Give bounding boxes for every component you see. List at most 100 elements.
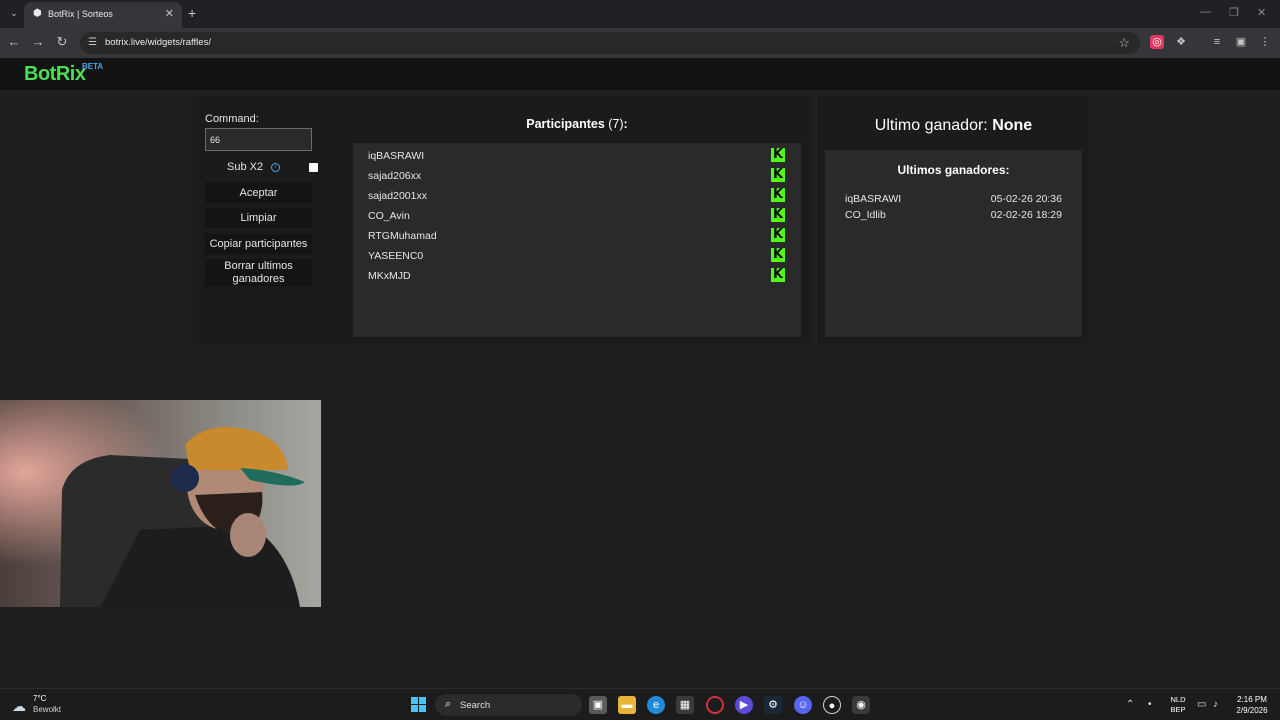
language-top: NLD — [1170, 695, 1186, 704]
edge-icon[interactable]: e — [647, 696, 665, 714]
participant-name: sajad206xx — [368, 170, 422, 182]
participant-name: iqBASRAWI — [368, 150, 425, 162]
participants-title-label: Participantes — [526, 117, 605, 131]
site-header: BotRix BETA — [0, 58, 1280, 90]
winners-list: Ultimos ganadores: iqBASRAWI 05-02-26 20… — [825, 150, 1082, 337]
forward-icon[interactable]: → — [30, 34, 46, 49]
tray-chevron-icon[interactable]: ⌃ — [1126, 699, 1134, 710]
sub-x2-checkbox[interactable] — [309, 163, 318, 172]
participants-title-colon: : — [623, 117, 628, 131]
beta-badge: BETA — [82, 62, 104, 71]
speaker-icon[interactable]: ♪ — [1213, 699, 1218, 710]
search-placeholder: Search — [460, 700, 491, 711]
display-icon[interactable]: ▭ — [1197, 699, 1206, 710]
close-window-icon[interactable]: ✕ — [1257, 6, 1266, 19]
winners-list-title: Ultimos ganadores: — [897, 163, 1010, 177]
language-bottom: BEP — [1170, 705, 1186, 714]
winner-date: 02-02-26 18:29 — [990, 209, 1062, 221]
delete-winners-button[interactable]: Borrar ultimos ganadores — [205, 259, 312, 286]
windows-start-icon[interactable] — [411, 697, 427, 713]
table-row: iqBASRAWI 05-02-26 20:36 — [845, 193, 1062, 207]
accept-button[interactable]: Aceptar — [205, 183, 312, 203]
extensions-puzzle-icon[interactable]: ❖ — [1174, 35, 1188, 49]
kick-icon: K — [771, 227, 785, 242]
new-tab-button[interactable]: + — [188, 5, 196, 21]
clear-button[interactable]: Limpiar — [205, 208, 312, 228]
kick-icon: K — [771, 147, 785, 162]
kick-icon: K — [771, 187, 785, 202]
list-item: sajad2001xx K — [368, 188, 788, 204]
participants-title: Participantes (7): — [353, 117, 801, 131]
winner-date: 05-02-26 20:36 — [990, 193, 1062, 205]
minimize-icon[interactable]: — — [1200, 6, 1211, 18]
bookmark-star-icon[interactable]: ☆ — [1118, 35, 1130, 51]
winner-name: CO_Idlib — [845, 209, 886, 221]
cloud-icon[interactable]: ☁ — [12, 698, 26, 715]
command-input[interactable] — [205, 128, 312, 151]
file-explorer-icon[interactable]: ▬ — [618, 696, 636, 714]
command-label: Command: — [205, 113, 259, 125]
microphone-icon[interactable]: • — [1148, 699, 1152, 710]
weather-temp[interactable]: 7°C — [33, 694, 46, 703]
copy-participants-button[interactable]: Copiar participantes — [205, 234, 312, 254]
back-icon[interactable]: ← — [6, 34, 22, 49]
reload-icon[interactable]: ↻ — [54, 34, 70, 50]
participant-name: CO_Avin — [368, 210, 410, 222]
search-icon: ⌕ — [445, 698, 452, 710]
profile-icon[interactable]: ▣ — [1234, 35, 1248, 49]
extension-red-icon[interactable]: ◎ — [1150, 35, 1164, 49]
clock[interactable]: 2:16 PM 2/9/2026 — [1232, 694, 1272, 716]
obs-icon[interactable]: ● — [823, 696, 841, 714]
task-view-icon[interactable]: ▣ — [589, 696, 607, 714]
list-item: YASEENC0 K — [368, 248, 788, 264]
discord-icon[interactable]: ☺ — [794, 696, 812, 714]
last-winner-value: None — [992, 117, 1033, 134]
last-winner: Ultimo ganador: None — [818, 117, 1089, 135]
participant-name: MKxMJD — [368, 270, 411, 282]
clock-time: 2:16 PM — [1237, 695, 1267, 704]
webcam-overlay — [0, 400, 321, 607]
site-info-icon[interactable]: ☰ — [88, 37, 97, 48]
taskbar: ☁ 7°C Bewolkt ⌕ Search ▣ ▬ e ▦ ▶ ⚙ ☺ ● ◉… — [0, 688, 1280, 720]
reading-list-icon[interactable]: ≡ — [1210, 35, 1224, 49]
sub-x2-label: Sub X2 — [227, 161, 264, 173]
info-icon[interactable]: i — [271, 163, 280, 172]
list-item: MKxMJD K — [368, 268, 788, 284]
participant-name: sajad2001xx — [368, 190, 427, 202]
list-item: iqBASRAWI K — [368, 148, 788, 164]
kick-icon: K — [771, 167, 785, 182]
table-row: CO_Idlib 02-02-26 18:29 — [845, 209, 1062, 223]
steam-icon[interactable]: ⚙ — [764, 696, 782, 714]
store-icon[interactable]: ▦ — [676, 696, 694, 714]
last-winner-label: Ultimo ganador: — [874, 117, 988, 134]
botrix-favicon-icon: ⬢ — [33, 8, 42, 19]
list-item: sajad206xx K — [368, 168, 788, 184]
language-indicator[interactable]: NLD BEP — [1169, 695, 1187, 715]
browser-tab[interactable]: ⬢ BotRix | Sorteos ✕ — [24, 2, 182, 28]
opera-icon[interactable] — [706, 696, 724, 714]
winner-name: iqBASRAWI — [845, 193, 902, 205]
kick-icon: K — [771, 207, 785, 222]
media-player-icon[interactable]: ▶ — [735, 696, 753, 714]
url-text[interactable]: botrix.live/widgets/raffles/ — [105, 37, 211, 48]
botrix-logo[interactable]: BotRix — [24, 63, 86, 86]
participants-list: iqBASRAWI K sajad206xx K sajad2001xx K C… — [353, 143, 801, 337]
tab-search-button[interactable]: ⌄ — [6, 5, 22, 21]
taskbar-search[interactable]: ⌕ Search — [435, 694, 582, 716]
kick-icon: K — [771, 267, 785, 282]
restore-icon[interactable]: ❐ — [1229, 6, 1239, 19]
weather-desc[interactable]: Bewolkt — [33, 705, 61, 714]
kick-icon: K — [771, 247, 785, 262]
webcam-feed — [0, 400, 321, 607]
chrome-icon[interactable]: ◉ — [852, 696, 870, 714]
participants-count: (7) — [608, 117, 624, 131]
browser-menu-icon[interactable]: ⋮ — [1258, 35, 1272, 49]
tab-close-icon[interactable]: ✕ — [165, 7, 174, 20]
browser-toolbar: ← → ↻ ☰ botrix.live/widgets/raffles/ ☆ ◎… — [0, 28, 1280, 58]
browser-tabbar: ⌄ ⬢ BotRix | Sorteos ✕ + — ❐ ✕ — [0, 0, 1280, 28]
participant-name: YASEENC0 — [368, 250, 424, 262]
address-bar[interactable]: ☰ botrix.live/widgets/raffles/ ☆ — [80, 32, 1140, 54]
list-item: RTGMuhamad K — [368, 228, 788, 244]
clock-date: 2/9/2026 — [1236, 706, 1268, 715]
list-item: CO_Avin K — [368, 208, 788, 224]
